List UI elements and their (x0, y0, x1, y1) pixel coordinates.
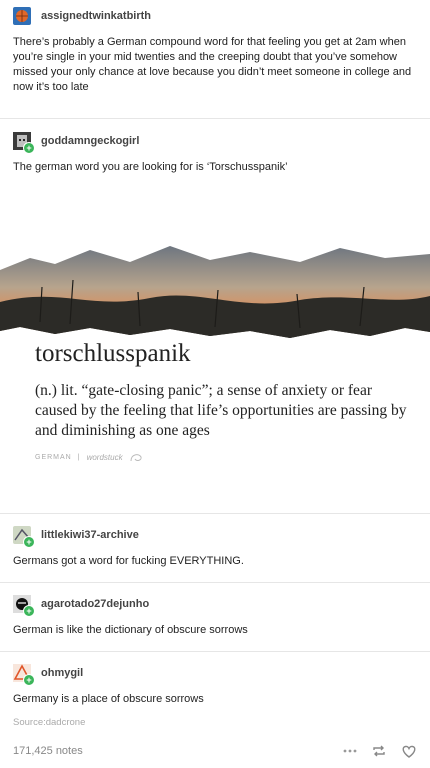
post-4: + agarotado27dejunho German is like the … (0, 593, 430, 638)
source-link[interactable]: Source:dadcrone (13, 717, 417, 728)
language-label: GERMAN (35, 453, 72, 461)
post-header: assignedtwinkatbirth (13, 5, 417, 27)
username[interactable]: ohmygil (41, 667, 83, 679)
post-header: + littlekiwi37-archive (13, 524, 417, 548)
reblog-icon[interactable] (371, 744, 387, 758)
tag-divider: | (77, 453, 81, 461)
post-footer: 171,425 notes (0, 742, 430, 760)
brand-label: wordstuck (86, 452, 123, 462)
heart-icon[interactable] (401, 744, 417, 758)
avatar[interactable]: + (13, 526, 35, 548)
basketball-icon (16, 10, 28, 22)
post-actions (343, 744, 417, 758)
word-title: torschlusspanik (35, 340, 191, 367)
post-2: + goddamngeckogirl The german word you a… (0, 130, 430, 175)
word-definition: (n.) lit. “gate-closing panic”; a sense … (35, 382, 407, 439)
post-1: assignedtwinkatbirth There’s probably a … (0, 5, 430, 95)
divider (0, 651, 430, 652)
post-header: + goddamngeckogirl (13, 130, 417, 154)
username[interactable]: goddamngeckogirl (41, 135, 139, 147)
post-3: + littlekiwi37-archive Germans got a wor… (0, 524, 430, 569)
avatar[interactable] (13, 7, 31, 25)
follow-badge-icon[interactable]: + (23, 605, 35, 617)
post-text: Germany is a place of obscure sorrows (13, 693, 204, 705)
post-text: The german word you are looking for is ‘… (13, 161, 288, 173)
follow-badge-icon[interactable]: + (23, 536, 35, 548)
avatar[interactable]: + (13, 664, 35, 686)
definition-card: torschlusspanik (n.) lit. “gate-closing … (35, 339, 415, 463)
follow-badge-icon[interactable]: + (23, 674, 35, 686)
divider (0, 582, 430, 583)
post-header: + agarotado27dejunho (13, 593, 417, 617)
source-tag: GERMAN | wordstuck (35, 451, 415, 463)
username[interactable]: agarotado27dejunho (41, 598, 149, 610)
post-header: + ohmygil (13, 662, 417, 686)
divider (0, 118, 430, 119)
username[interactable]: assignedtwinkatbirth (41, 10, 151, 22)
divider (0, 513, 430, 514)
post-5: + ohmygil Germany is a place of obscure … (0, 662, 430, 728)
post-text: German is like the dictionary of obscure… (13, 624, 248, 636)
post-image: torschlusspanik (n.) lit. “gate-closing … (0, 232, 430, 510)
avatar[interactable]: + (13, 595, 35, 617)
username[interactable]: littlekiwi37-archive (41, 529, 139, 541)
brand-logo-icon (130, 454, 142, 462)
notes-count[interactable]: 171,425 notes (13, 745, 83, 757)
more-icon[interactable] (343, 744, 357, 758)
post-text: There’s probably a German compound word … (13, 36, 412, 93)
follow-badge-icon[interactable]: + (23, 142, 35, 154)
post-text: Germans got a word for fucking EVERYTHIN… (13, 555, 244, 567)
avatar[interactable]: + (13, 132, 35, 154)
